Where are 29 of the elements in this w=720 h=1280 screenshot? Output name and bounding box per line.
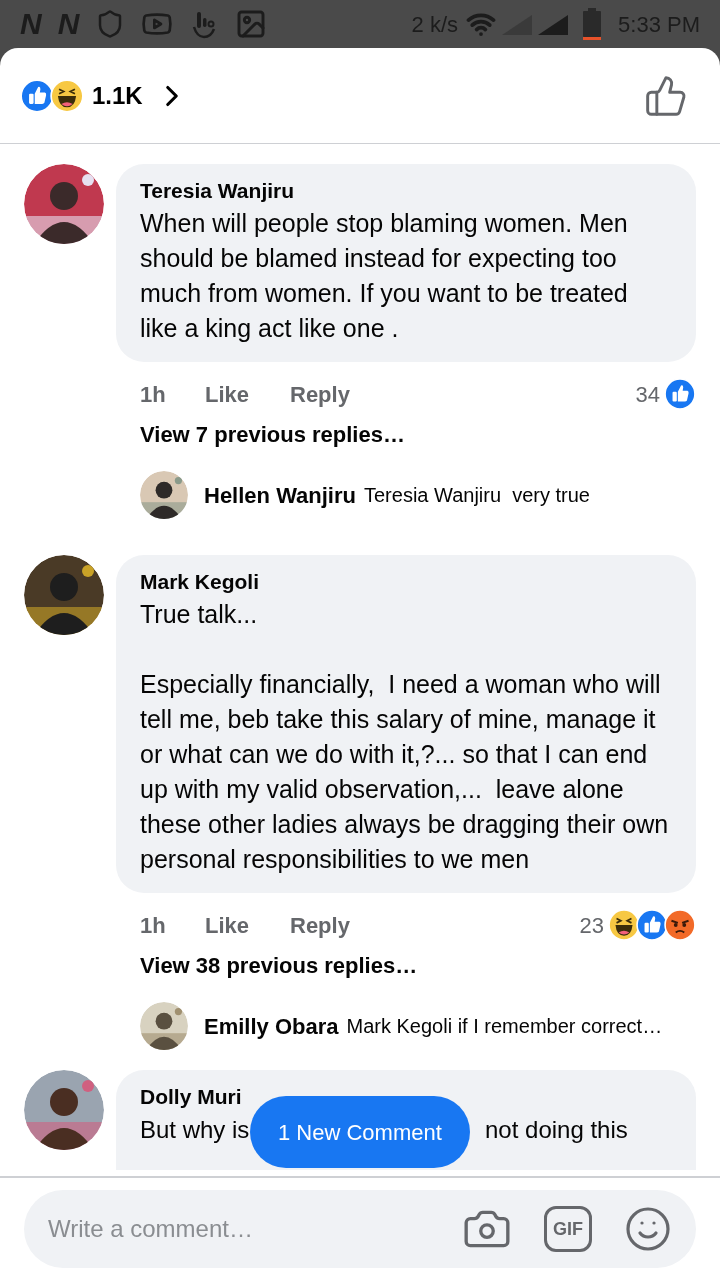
comment-text: But why is <box>140 1116 250 1143</box>
like-link[interactable]: Like <box>205 377 290 411</box>
comment-input[interactable]: Write a comment… <box>48 1211 430 1247</box>
comment-text: When will people stop blaming women. Men should be blamed instead for expecting too much from women. If you want to be treated like a king act like one . <box>140 208 629 344</box>
reply-link[interactable]: Reply <box>290 908 350 942</box>
reaction-count[interactable]: 23 <box>579 908 604 942</box>
like-icon[interactable] <box>644 73 688 118</box>
comment-author[interactable]: Mark Kegoli <box>140 567 672 597</box>
reply-text: Teresia Wanjiru very true <box>364 483 590 508</box>
emoji-icon[interactable] <box>624 1205 672 1253</box>
comment-field[interactable]: Write a comment… GIF <box>24 1190 696 1268</box>
new-comment-button[interactable]: 1 New Comment <box>250 1096 470 1168</box>
view-replies-link[interactable]: View 38 previous replies… <box>116 949 418 1002</box>
comment-text: not doing this <box>485 1116 628 1143</box>
comment-text: True talk... <box>140 599 259 630</box>
comment-text: Especially financially, I need a woman who will tell me, beb take this salary of mine, manage it or what can we do with it,?... so that I can end up with my valid observation,... leave alone these other ladies always be dragging their own personal responsibilities to we men <box>140 669 670 875</box>
reply-link[interactable]: Reply <box>290 377 350 411</box>
gif-button[interactable]: GIF <box>544 1206 592 1252</box>
reply-author[interactable]: Hellen Wanjiru <box>204 478 356 512</box>
like-link[interactable]: Like <box>205 908 290 942</box>
reaction-count[interactable]: 34 <box>635 377 660 411</box>
view-replies-link[interactable]: View 7 previous replies… <box>116 418 405 471</box>
reaction-total[interactable]: 1.1K <box>92 77 143 114</box>
comment-author[interactable]: Teresia Wanjiru <box>140 176 672 206</box>
comment-time: 1h <box>140 911 167 940</box>
battery-icon <box>582 8 603 40</box>
reply-text: Mark Kegoli if I remember correct… <box>346 1014 663 1039</box>
comment-time: 1h <box>140 380 167 409</box>
reply-author[interactable]: Emilly Obara <box>204 1009 339 1043</box>
